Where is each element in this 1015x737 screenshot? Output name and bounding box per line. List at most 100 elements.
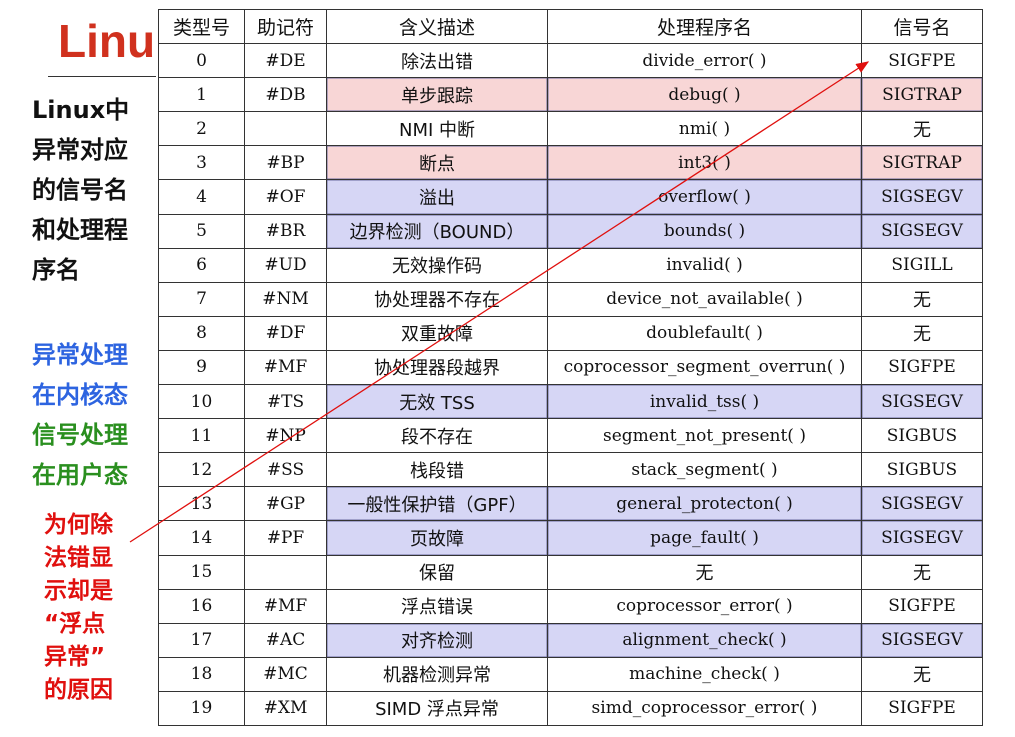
table-row: 3 #BP 断点 int3( ) SIGTRAP [158, 145, 983, 181]
handler-cell: alignment_check( ) [547, 622, 862, 658]
mnemonic-cell: #NM [244, 281, 327, 317]
description-cell: 页故障 [326, 520, 548, 556]
divide-error-question: 为何除 法错显 示却是 “浮点 异常” 的原因 [44, 509, 113, 707]
handler-cell: bounds( ) [547, 213, 862, 249]
mnemonic-cell: #TS [244, 384, 327, 420]
mnemonic-cell: #MF [244, 349, 327, 386]
description-cell: 边界检测（BOUND） [326, 213, 548, 249]
type-number-cell: 10 [158, 384, 245, 420]
table-row: 5 #BR 边界检测（BOUND） bounds( ) SIGSEGV [158, 213, 983, 249]
mnemonic-cell: #BP [244, 145, 327, 181]
table-row: 16 #MF 浮点错误 coprocessor_error( ) SIGFPE [158, 588, 983, 624]
table-row: 6 #UD 无效操作码 invalid( ) SIGILL [158, 247, 983, 283]
handler-cell: 无 [547, 554, 862, 590]
type-number-cell: 6 [158, 247, 245, 283]
table-row: 7 #NM 协处理器不存在 device_not_available( ) 无 [158, 281, 983, 317]
description-cell: 断点 [326, 145, 548, 181]
handler-cell: page_fault( ) [547, 520, 862, 556]
signal-cell: SIGTRAP [861, 77, 983, 113]
table-row: 9 #MF 协处理器段越界 coprocessor_segment_overrun( … [158, 349, 983, 386]
handler-cell: doublefault( ) [547, 315, 862, 351]
signal-cell: 无 [861, 656, 983, 692]
mnemonic-cell: #GP [244, 486, 327, 522]
description-cell: 段不存在 [326, 418, 548, 454]
table-row: 13 #GP 一般性保护错（GPF） general_protecton( ) SIGS… [158, 486, 983, 522]
type-number-cell: 19 [158, 690, 245, 726]
table-row: 17 #AC 对齐检测 alignment_check( ) SIGSEGV [158, 622, 983, 658]
table-row: 19 #XM SIMD 浮点异常 simd_coprocessor_error( ) S… [158, 690, 983, 726]
note-line: 的信号名 [32, 176, 128, 204]
type-number-cell: 13 [158, 486, 245, 522]
exception-signal-table: 类型号 助记符 含义描述 处理程序名 信号名 0 #DE 除法出错 divide_er… [158, 8, 983, 726]
handler-cell: segment_not_present( ) [547, 418, 862, 454]
signal-cell: 无 [861, 281, 983, 317]
mnemonic-cell: #MC [244, 656, 327, 692]
handler-cell: simd_coprocessor_error( ) [547, 690, 862, 726]
mnemonic-cell: #PF [244, 520, 327, 556]
signal-cell: SIGFPE [861, 349, 983, 386]
type-number-cell: 16 [158, 588, 245, 624]
user-mode-note: 信号处理 在用户态 [32, 415, 128, 495]
type-number-cell: 4 [158, 179, 245, 215]
description-cell: 协处理器不存在 [326, 281, 548, 317]
header-mnemonic: 助记符 [244, 8, 327, 45]
type-number-cell: 14 [158, 520, 245, 556]
description-cell: 协处理器段越界 [326, 349, 548, 386]
note-line: 在内核态 [32, 381, 128, 409]
type-number-cell: 9 [158, 349, 245, 386]
signal-cell: SIGILL [861, 247, 983, 283]
table-row: 2 NMI 中断 nmi( ) 无 [158, 111, 983, 147]
note-line: 示却是 [44, 578, 113, 604]
type-number-cell: 7 [158, 281, 245, 317]
handler-cell: device_not_available( ) [547, 281, 862, 317]
intro-note: Linux中 异常对应 的信号名 和处理程 序名 [32, 90, 129, 290]
table-row: 11 #NP 段不存在 segment_not_present( ) SIGBUS [158, 418, 983, 454]
mnemonic-cell: #UD [244, 247, 327, 283]
signal-cell: SIGBUS [861, 452, 983, 488]
handler-cell: divide_error( ) [547, 43, 862, 79]
signal-cell: 无 [861, 315, 983, 351]
handler-cell: machine_check( ) [547, 656, 862, 692]
table-row: 14 #PF 页故障 page_fault( ) SIGSEGV [158, 520, 983, 556]
signal-cell: SIGTRAP [861, 145, 983, 181]
signal-cell: SIGSEGV [861, 179, 983, 215]
table-row: 10 #TS 无效 TSS invalid_tss( ) SIGSEGV [158, 384, 983, 420]
mnemonic-cell [244, 111, 327, 147]
handler-cell: stack_segment( ) [547, 452, 862, 488]
mnemonic-cell: #MF [244, 588, 327, 624]
description-cell: 机器检测异常 [326, 656, 548, 692]
description-cell: 浮点错误 [326, 588, 548, 624]
header-description: 含义描述 [326, 8, 548, 45]
kernel-mode-note: 异常处理 在内核态 [32, 335, 128, 415]
mnemonic-cell: #XM [244, 690, 327, 726]
description-cell: NMI 中断 [326, 111, 548, 147]
table-row: 0 #DE 除法出错 divide_error( ) SIGFPE [158, 43, 983, 79]
type-number-cell: 18 [158, 656, 245, 692]
header-type-number: 类型号 [158, 8, 245, 45]
title-underline [48, 76, 156, 77]
signal-cell: SIGSEGV [861, 520, 983, 556]
header-signal: 信号名 [861, 8, 983, 45]
description-cell: SIMD 浮点异常 [326, 690, 548, 726]
table-row: 8 #DF 双重故障 doublefault( ) 无 [158, 315, 983, 351]
signal-cell: SIGSEGV [861, 622, 983, 658]
mnemonic-cell: #DE [244, 43, 327, 79]
note-line: 异常处理 [32, 341, 128, 369]
handler-cell: general_protecton( ) [547, 486, 862, 522]
signal-cell: SIGFPE [861, 588, 983, 624]
signal-cell: SIGSEGV [861, 486, 983, 522]
type-number-cell: 17 [158, 622, 245, 658]
description-cell: 除法出错 [326, 43, 548, 79]
mnemonic-cell: #AC [244, 622, 327, 658]
handler-cell: coprocessor_error( ) [547, 588, 862, 624]
note-line: 异常” [44, 644, 106, 670]
signal-cell: SIGBUS [861, 418, 983, 454]
description-cell: 一般性保护错（GPF） [326, 486, 548, 522]
description-cell: 溢出 [326, 179, 548, 215]
handler-cell: invalid_tss( ) [547, 384, 862, 420]
mnemonic-cell: #DB [244, 77, 327, 113]
table-row: 18 #MC 机器检测异常 machine_check( ) 无 [158, 656, 983, 692]
note-line: Linux中 [32, 96, 130, 124]
type-number-cell: 2 [158, 111, 245, 147]
mnemonic-cell: #NP [244, 418, 327, 454]
